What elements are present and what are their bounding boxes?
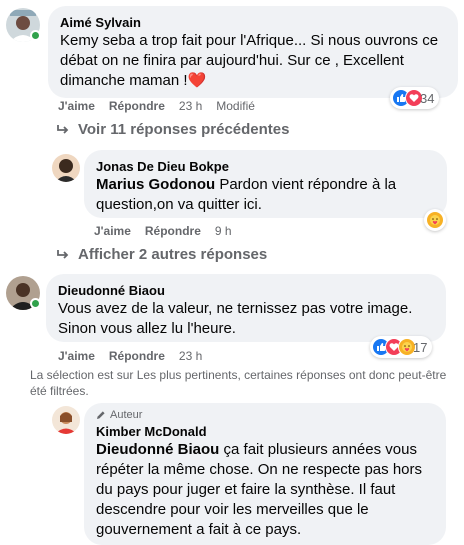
reply-button[interactable]: Répondre: [109, 99, 165, 113]
comment-time[interactable]: 23 h: [179, 349, 202, 363]
care-icon: [426, 211, 444, 229]
avatar[interactable]: [52, 406, 80, 434]
reply-button[interactable]: Répondre: [109, 349, 165, 363]
comment-actions: J'aime Répondre 23 h: [58, 349, 202, 363]
show-more-replies-link[interactable]: Afficher 2 autres réponses: [56, 246, 267, 263]
reply-arrow-icon: [57, 249, 69, 259]
mention-link[interactable]: Dieudonné Biaou: [96, 441, 219, 458]
avatar[interactable]: [52, 154, 80, 182]
comment-text: Dieudonné Biaou ça fait plusieurs années…: [96, 441, 423, 538]
reply-bubble: Auteur Kimber McDonald Dieudonné Biaou ç…: [84, 403, 446, 545]
reaction-summary[interactable]: 17: [370, 336, 433, 358]
reaction-summary[interactable]: [424, 209, 446, 231]
reaction-count: 17: [413, 339, 428, 355]
like-button[interactable]: J'aime: [58, 99, 95, 113]
comment-time[interactable]: 23 h: [179, 99, 202, 113]
reply-bubble: Jonas De Dieu Bokpe Marius Godonou Pardo…: [84, 150, 447, 218]
comment-actions: J'aime Répondre 9 h: [94, 224, 232, 238]
pencil-icon: [97, 411, 105, 419]
mention-link[interactable]: Marius Godonou: [96, 176, 215, 193]
comment-actions: J'aime Répondre 23 h Modifié: [58, 99, 255, 113]
heart-emoji: ❤️: [187, 72, 207, 89]
reaction-count: 34: [420, 90, 435, 106]
author-badge: Auteur: [96, 409, 434, 421]
comment-bubble: Aimé Sylvain Kemy seba a trop fait pour …: [48, 6, 458, 98]
comment-bubble: Dieudonné Biaou Vous avez de la valeur, …: [46, 274, 446, 342]
reply-button[interactable]: Répondre: [145, 224, 201, 238]
comment-author[interactable]: Jonas De Dieu Bokpe: [96, 158, 435, 175]
comment-text: Kemy seba a trop fait pour l'Afrique... …: [60, 32, 439, 89]
edited-label: Modifié: [216, 99, 255, 113]
comment-author[interactable]: Kimber McDonald: [96, 423, 434, 440]
comment-text: Marius Godonou Pardon vient répondre à l…: [96, 176, 397, 213]
filter-notice: La sélection est sur Les plus pertinents…: [30, 368, 447, 398]
comment-author[interactable]: Aimé Sylvain: [60, 14, 446, 31]
comment-text: Vous avez de la valeur, ne ternissez pas…: [58, 300, 413, 337]
online-status-dot: [30, 30, 41, 41]
like-button[interactable]: J'aime: [94, 224, 131, 238]
comment-author[interactable]: Dieudonné Biaou: [58, 282, 434, 299]
more-options-icon[interactable]: ···: [456, 40, 464, 47]
reply-arrow-icon: [57, 124, 69, 134]
online-status-dot: [30, 298, 41, 309]
like-button[interactable]: J'aime: [58, 349, 95, 363]
view-previous-replies-link[interactable]: Voir 11 réponses précédentes: [56, 121, 290, 138]
reaction-summary[interactable]: 34: [390, 87, 440, 109]
comment-time[interactable]: 9 h: [215, 224, 232, 238]
